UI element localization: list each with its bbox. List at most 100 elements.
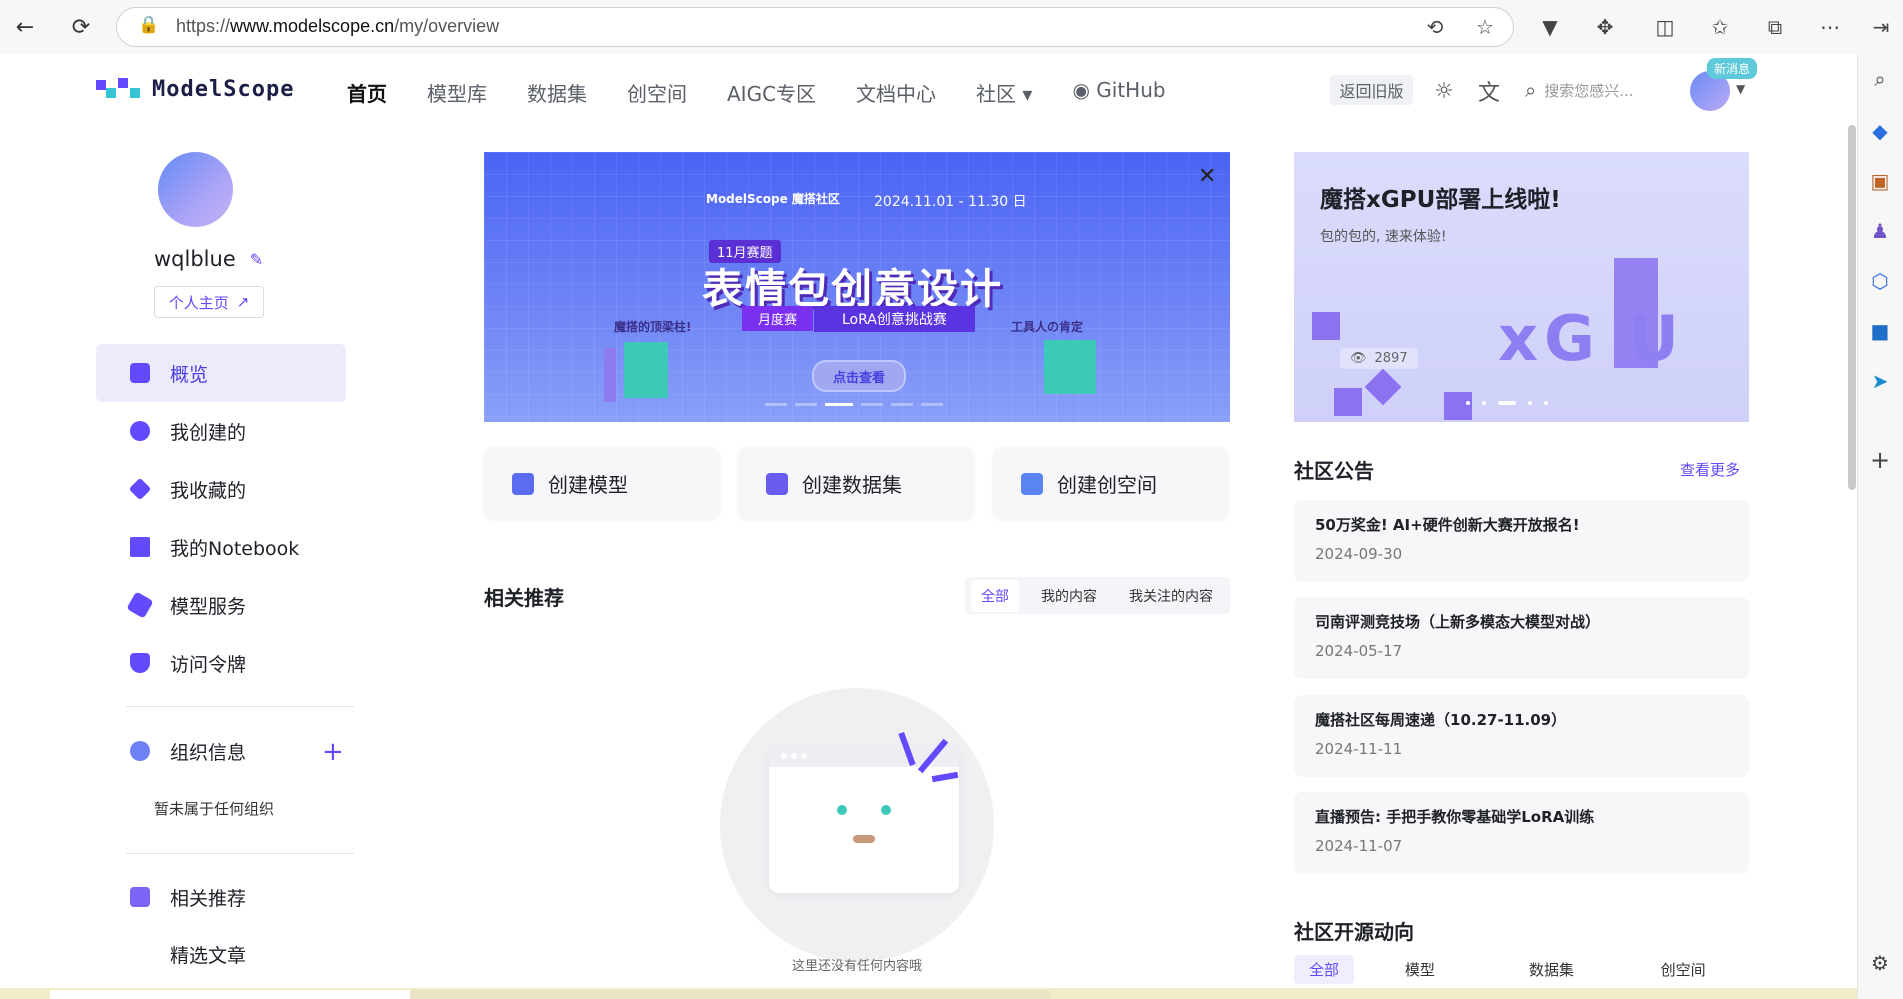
tab-my-content[interactable]: 我的内容 [1031, 580, 1107, 612]
modelscope-logo[interactable]: ModelScope [96, 74, 294, 104]
notice-item[interactable]: 直播预告: 手把手教你零基础学LoRA训练 2024-11-07 [1294, 792, 1749, 874]
banner-sub-lora: LoRA创意挑战赛 [814, 306, 975, 332]
nav-studios[interactable]: 创空间 [627, 78, 687, 107]
empty-window-illustration [769, 745, 959, 893]
promo-views: 👁 2897 [1340, 348, 1418, 369]
sidebar-item-articles[interactable]: 精选文章 [96, 925, 346, 983]
promo-carousel-dots[interactable] [1466, 401, 1548, 405]
notice-more-link[interactable]: 查看更多 [1680, 459, 1740, 480]
banner-date: 2024.11.01 - 11.30 日 [874, 194, 1027, 210]
nav-community[interactable]: 社区 ▾ [976, 78, 1032, 107]
sidebar-toggle-icon[interactable]: ⇥ [1866, 12, 1896, 42]
create-dataset-card[interactable]: 创建数据集 [738, 447, 974, 520]
profile-username: wqlblue ✎ [154, 247, 264, 271]
chevron-down-icon[interactable]: ▼ [1736, 82, 1745, 96]
close-icon[interactable]: ✕ [1198, 164, 1216, 189]
os-tab-studios[interactable]: 创空间 [1617, 955, 1749, 984]
add-org-plus-icon[interactable]: + [322, 737, 344, 767]
games-icon[interactable]: ♟ [1865, 216, 1895, 246]
language-icon[interactable]: 文 [1475, 77, 1503, 106]
model-icon [512, 472, 534, 495]
send-icon[interactable]: ➤ [1865, 366, 1895, 396]
sidebar-item-created[interactable]: 我创建的 [96, 402, 346, 460]
org-empty-text: 暂未属于任何组织 [154, 800, 275, 818]
os-tab-all[interactable]: 全部 [1294, 955, 1354, 984]
divider [126, 853, 354, 854]
banner-brand: ModelScope 魔搭社区 [706, 192, 840, 206]
nav-datasets[interactable]: 数据集 [527, 78, 587, 107]
banner-carousel-dots[interactable] [765, 403, 943, 406]
page-scrollbar[interactable] [1848, 125, 1856, 490]
banner-cta-button[interactable]: 点击查看 [812, 360, 906, 392]
sidebar-item-recommend[interactable]: 相关推荐 [96, 868, 346, 926]
notice-item[interactable]: 司南评测竞技场（上新多模态大模型对战） 2024-05-17 [1294, 597, 1749, 679]
deco-square [1334, 388, 1362, 416]
reload-icon[interactable]: ⟳ [64, 10, 98, 44]
favorite-star-icon[interactable]: ☆ [1470, 12, 1500, 42]
sidebar-item-notebook[interactable]: 我的Notebook [96, 518, 346, 576]
profile-avatar [158, 152, 233, 227]
site-search[interactable]: ⌕ 搜索您感兴... [1525, 78, 1634, 102]
notebook-icon [130, 537, 150, 557]
banner-left-caption: 魔搭的顶梁柱! [614, 320, 692, 334]
collections-icon[interactable]: ⧉ [1760, 12, 1790, 42]
pixel-mascot-left [624, 342, 668, 398]
personal-homepage-button[interactable]: 个人主页 ↗ [154, 286, 264, 318]
empty-text: 这里还没有任何内容哦 [792, 959, 923, 974]
edit-icon[interactable]: ✎ [250, 250, 263, 269]
toolbox-icon[interactable]: ▣ [1865, 166, 1895, 196]
nav-docs[interactable]: 文档中心 [856, 78, 936, 107]
shield-icon [130, 653, 150, 673]
more-menu-icon[interactable]: ⋯ [1815, 12, 1845, 42]
tab-all[interactable]: 全部 [971, 579, 1019, 612]
create-model-card[interactable]: 创建模型 [484, 447, 720, 520]
sidebar-item-favorites[interactable]: 我收藏的 [96, 460, 346, 518]
xgpu-promo-banner[interactable]: 魔搭xGPU部署上线啦! 包的包的, 速来体验! xG U 👁 2897 [1294, 152, 1749, 422]
settings-gear-icon[interactable]: ⚙ [1865, 948, 1895, 978]
nav-aigc[interactable]: AIGC专区 [727, 78, 816, 107]
new-message-badge: 新消息 [1707, 58, 1758, 79]
main-nav: 首页 模型库 数据集 创空间 AIGC专区 文档中心 社区 ▾ ◉ GitHub [347, 78, 1166, 107]
nav-github[interactable]: ◉ GitHub [1072, 78, 1165, 107]
tag-icon[interactable]: ◆ [1865, 116, 1895, 146]
deco-square [1364, 368, 1402, 406]
promo-big-text: xG U [1498, 302, 1685, 375]
url-text[interactable]: https://www.modelscope.cn/my/overview [176, 16, 499, 37]
split-screen-icon[interactable]: ◫ [1650, 12, 1680, 42]
sidebar-item-model-service[interactable]: 模型服务 [96, 576, 346, 634]
diamond-icon [128, 477, 152, 501]
favorites-list-icon[interactable]: ✩ [1705, 12, 1735, 42]
notice-item[interactable]: 50万奖金! AI+硬件创新大赛开放报名! 2024-09-30 [1294, 500, 1749, 582]
outlook-icon[interactable]: ■ [1865, 316, 1895, 346]
deco-square [1312, 312, 1340, 340]
taskbar-segment [410, 990, 1050, 999]
extensions-puzzle-icon[interactable]: ✥ [1590, 12, 1620, 42]
sidebar-item-overview[interactable]: 概览 [96, 344, 346, 402]
back-arrow-icon[interactable]: ← [8, 10, 42, 44]
deco-square [1444, 392, 1472, 420]
studio-icon [1021, 472, 1043, 495]
os-tab-models[interactable]: 模型 [1354, 955, 1486, 984]
pixel-pillar [604, 348, 616, 402]
competition-banner[interactable]: ModelScope 魔搭社区 2024.11.01 - 11.30 日 11月… [484, 152, 1230, 422]
promo-subtitle: 包的包的, 速来体验! [1320, 229, 1447, 245]
search-icon[interactable]: ⌕ [1865, 64, 1895, 94]
theme-sun-icon[interactable]: ☼ [1430, 77, 1458, 105]
old-version-button[interactable]: 返回旧版 [1330, 75, 1413, 105]
taskbar-segment [50, 990, 410, 999]
search-input[interactable]: 搜索您感兴... [1544, 80, 1633, 101]
sidebar-item-access-token[interactable]: 访问令牌 [96, 634, 346, 692]
extension-v-icon[interactable]: ▼ [1535, 12, 1565, 42]
translate-icon[interactable]: ⟲ [1420, 12, 1450, 42]
tab-following[interactable]: 我关注的内容 [1119, 580, 1223, 612]
copilot-icon[interactable]: ⬡ [1865, 266, 1895, 296]
notice-item[interactable]: 魔搭社区每周速递（10.27-11.09） 2024-11-11 [1294, 695, 1749, 777]
create-studio-card[interactable]: 创建创空间 [993, 447, 1229, 520]
sidebar-item-org[interactable]: 组织信息 [96, 722, 346, 780]
lock-icon[interactable]: 🔒 [138, 15, 159, 35]
os-tab-datasets[interactable]: 数据集 [1486, 955, 1618, 984]
nav-home[interactable]: 首页 [347, 78, 387, 107]
organization-icon [130, 741, 150, 761]
nav-models[interactable]: 模型库 [427, 78, 487, 107]
add-icon[interactable]: + [1865, 445, 1895, 475]
